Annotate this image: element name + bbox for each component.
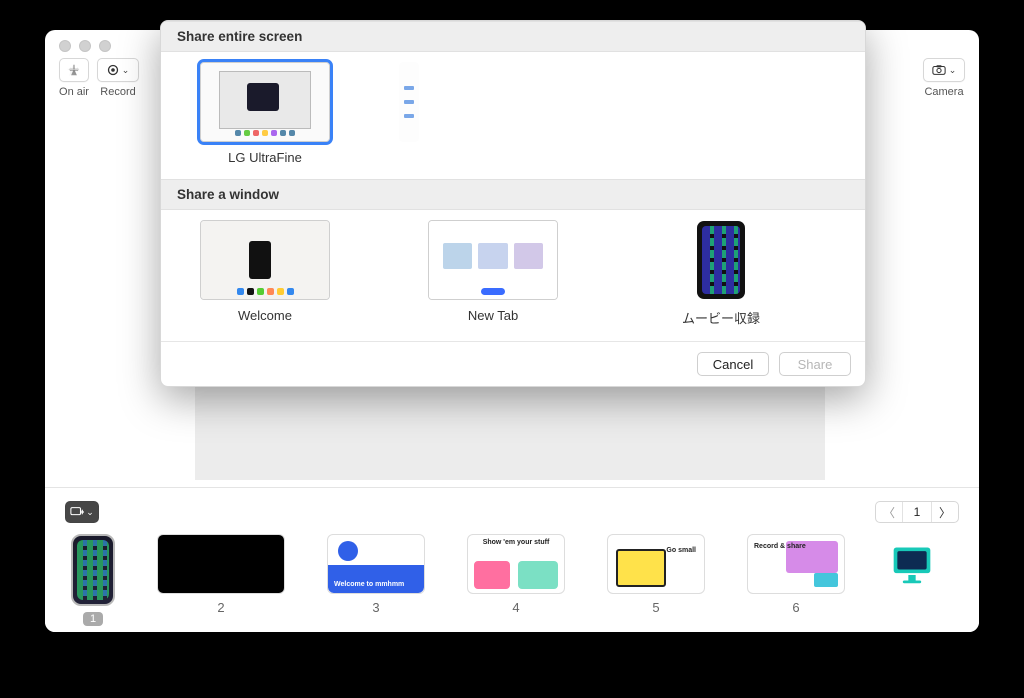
slide-thumb: Go small bbox=[607, 534, 705, 594]
window-option-welcome[interactable]: Welcome bbox=[185, 220, 345, 327]
onair-button[interactable]: On air bbox=[59, 58, 89, 98]
slide-2[interactable]: 2 bbox=[157, 534, 285, 615]
record-icon bbox=[107, 64, 119, 76]
slide-number: 4 bbox=[512, 600, 519, 615]
minimize-icon[interactable] bbox=[79, 40, 91, 52]
onair-label: On air bbox=[59, 86, 89, 98]
slide-thumb bbox=[157, 534, 285, 594]
chevron-down-icon: ⌄ bbox=[949, 65, 957, 76]
slide-number: 3 bbox=[372, 600, 379, 615]
slide-number: 5 bbox=[652, 600, 659, 615]
slide-7-partial[interactable] bbox=[887, 534, 937, 594]
slide-3[interactable]: Welcome to mmhmm 3 bbox=[327, 534, 425, 615]
screen-label: LG UltraFine bbox=[228, 150, 302, 165]
slide-thumb bbox=[71, 534, 115, 606]
chevron-down-icon: ⌄ bbox=[122, 65, 130, 76]
add-slide-icon bbox=[70, 506, 84, 518]
window-preview bbox=[200, 220, 330, 300]
slide-6[interactable]: Record & share 6 bbox=[747, 534, 845, 615]
slide-4[interactable]: Show 'em your stuff 4 bbox=[467, 534, 565, 615]
traffic-lights bbox=[59, 40, 111, 52]
pager-current: 1 bbox=[902, 502, 932, 522]
slide-thumb: Record & share bbox=[747, 534, 845, 594]
monitor-icon bbox=[890, 542, 934, 586]
window-label: Welcome bbox=[238, 308, 292, 323]
slide-thumb: Show 'em your stuff bbox=[467, 534, 565, 594]
cancel-button[interactable]: Cancel bbox=[697, 352, 769, 376]
slide-number: 2 bbox=[217, 600, 224, 615]
section-header-window: Share a window bbox=[161, 179, 865, 210]
window-option-movie-record[interactable]: ムービー収録 bbox=[641, 220, 801, 327]
pager-prev-button[interactable]: 〈 bbox=[876, 502, 902, 522]
camera-label: Camera bbox=[924, 86, 963, 98]
section-header-screen: Share entire screen bbox=[161, 21, 865, 52]
window-preview bbox=[428, 220, 558, 300]
slide-number: 6 bbox=[792, 600, 799, 615]
window-preview bbox=[656, 220, 786, 300]
slide-number: 1 bbox=[83, 612, 103, 626]
filmstrip: ⌄ 〈 1 〉 1 2 Welcome to mmhmm 3 bbox=[45, 487, 979, 632]
add-slide-button[interactable]: ⌄ bbox=[65, 501, 99, 523]
camera-icon bbox=[932, 64, 946, 76]
slides-row: 1 2 Welcome to mmhmm 3 Show 'em your stu… bbox=[65, 534, 959, 626]
record-button[interactable]: ⌄ Record bbox=[97, 58, 139, 98]
zoom-icon[interactable] bbox=[99, 40, 111, 52]
screens-body: LG UltraFine bbox=[161, 52, 865, 179]
modal-footer: Cancel Share bbox=[161, 341, 865, 386]
screen-preview bbox=[399, 62, 419, 142]
window-label: New Tab bbox=[468, 308, 518, 323]
screen-option-lg-ultrafine[interactable]: LG UltraFine bbox=[185, 62, 345, 165]
share-button[interactable]: Share bbox=[779, 352, 851, 376]
pager: 〈 1 〉 bbox=[875, 501, 959, 523]
slide-thumb: Welcome to mmhmm bbox=[327, 534, 425, 594]
slide-5[interactable]: Go small 5 bbox=[607, 534, 705, 615]
camera-button[interactable]: ⌄ Camera bbox=[923, 58, 965, 98]
slide-1[interactable]: 1 bbox=[71, 534, 115, 626]
screen-preview bbox=[200, 62, 330, 142]
record-label: Record bbox=[100, 86, 135, 98]
close-icon[interactable] bbox=[59, 40, 71, 52]
slide-thumb bbox=[887, 534, 937, 594]
broadcast-icon bbox=[67, 63, 81, 77]
screen-option-secondary[interactable] bbox=[389, 62, 429, 165]
pager-next-button[interactable]: 〉 bbox=[932, 502, 958, 522]
windows-body: Welcome New Tab ムービー収録 bbox=[161, 210, 865, 341]
window-option-newtab[interactable]: New Tab bbox=[413, 220, 573, 327]
share-picker-modal: Share entire screen LG UltraFine Share a… bbox=[160, 20, 866, 387]
window-label: ムービー収録 bbox=[682, 308, 760, 327]
chevron-down-icon: ⌄ bbox=[86, 507, 94, 518]
